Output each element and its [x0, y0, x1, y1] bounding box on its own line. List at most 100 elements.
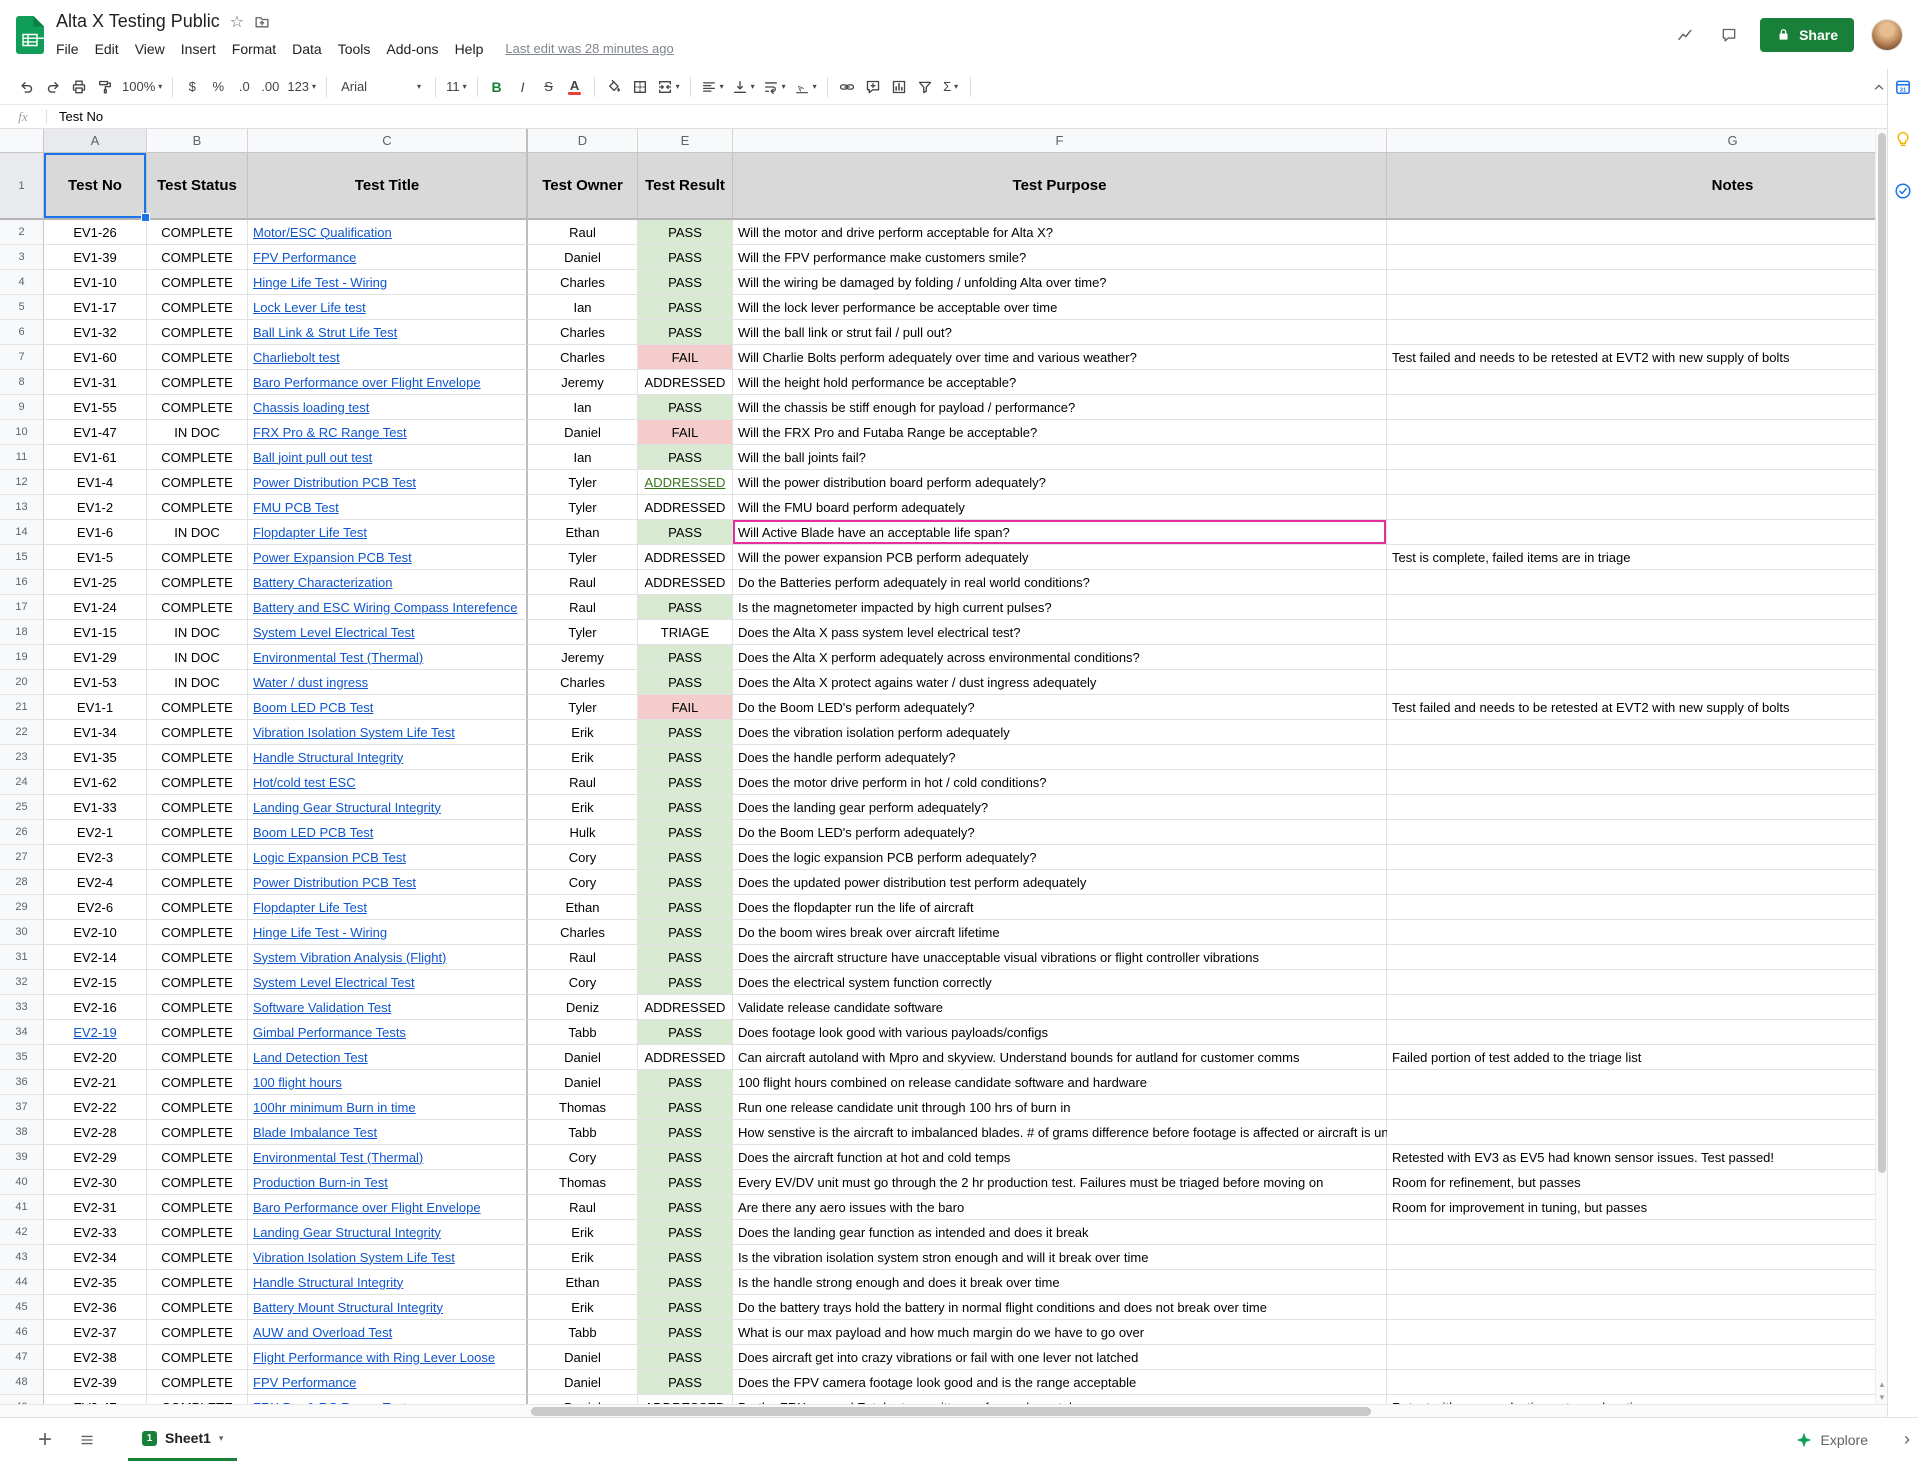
menu-format[interactable]: Format [224, 39, 284, 59]
column-header-C[interactable]: C [248, 129, 528, 153]
cell-G16[interactable] [1387, 570, 1887, 595]
cell-G17[interactable] [1387, 595, 1887, 620]
cell-G13[interactable] [1387, 495, 1887, 520]
row-header-10[interactable]: 10 [0, 420, 44, 445]
share-button[interactable]: Share [1760, 18, 1854, 52]
create-filter-button[interactable] [912, 74, 938, 100]
cell-C12[interactable]: Power Distribution PCB Test [248, 470, 528, 495]
row-header-4[interactable]: 4 [0, 270, 44, 295]
cell-A35[interactable]: EV2-20 [44, 1045, 147, 1070]
cell-E13[interactable]: ADDRESSED [638, 495, 733, 520]
cell-B20[interactable]: IN DOC [147, 670, 248, 695]
cell-D21[interactable]: Tyler [528, 695, 638, 720]
cell-C48[interactable]: FPV Performance [248, 1370, 528, 1395]
cell-A6[interactable]: EV1-32 [44, 320, 147, 345]
cell-F35[interactable]: Can aircraft autoland with Mpro and skyv… [733, 1045, 1387, 1070]
cell-F17[interactable]: Is the magnetometer impacted by high cur… [733, 595, 1387, 620]
menu-insert[interactable]: Insert [173, 39, 224, 59]
cell-F5[interactable]: Will the lock lever performance be accep… [733, 295, 1387, 320]
cell-A22[interactable]: EV1-34 [44, 720, 147, 745]
cell-D40[interactable]: Thomas [528, 1170, 638, 1195]
cell-G42[interactable] [1387, 1220, 1887, 1245]
cell-G32[interactable] [1387, 970, 1887, 995]
row-header-25[interactable]: 25 [0, 795, 44, 820]
cell-A20[interactable]: EV1-53 [44, 670, 147, 695]
cell-F22[interactable]: Does the vibration isolation perform ade… [733, 720, 1387, 745]
cell-G33[interactable] [1387, 995, 1887, 1020]
cell-D36[interactable]: Daniel [528, 1070, 638, 1095]
cell-E12[interactable]: ADDRESSED [638, 470, 733, 495]
cell-E31[interactable]: PASS [638, 945, 733, 970]
column-header-D[interactable]: D [528, 129, 638, 153]
cell-C18[interactable]: System Level Electrical Test [248, 620, 528, 645]
row-header-23[interactable]: 23 [0, 745, 44, 770]
cell-C29[interactable]: Flopdapter Life Test [248, 895, 528, 920]
cell-C43[interactable]: Vibration Isolation System Life Test [248, 1245, 528, 1270]
cell-B47[interactable]: COMPLETE [147, 1345, 248, 1370]
cell-B49[interactable]: COMPLETE [147, 1395, 248, 1404]
zoom-select-button[interactable]: 100%▾ [118, 74, 166, 100]
cell-C26[interactable]: Boom LED PCB Test [248, 820, 528, 845]
cell-D18[interactable]: Tyler [528, 620, 638, 645]
decrease-decim-button[interactable]: .0 [231, 74, 257, 100]
cell-B3[interactable]: COMPLETE [147, 245, 248, 270]
cell-C24[interactable]: Hot/cold test ESC [248, 770, 528, 795]
tab-menu-caret-icon[interactable]: ▾ [219, 1433, 224, 1444]
cell-C39[interactable]: Environmental Test (Thermal) [248, 1145, 528, 1170]
cell-F2[interactable]: Will the motor and drive perform accepta… [733, 220, 1387, 245]
cell-D43[interactable]: Erik [528, 1245, 638, 1270]
cell-F40[interactable]: Every EV/DV unit must go through the 2 h… [733, 1170, 1387, 1195]
cell-G28[interactable] [1387, 870, 1887, 895]
cell-A25[interactable]: EV1-33 [44, 795, 147, 820]
cell-C3[interactable]: FPV Performance [248, 245, 528, 270]
cell-A44[interactable]: EV2-35 [44, 1270, 147, 1295]
cell-G49[interactable]: Retest with new production antenna locat… [1387, 1395, 1887, 1404]
cell-B5[interactable]: COMPLETE [147, 295, 248, 320]
add-sheet-button[interactable]: + [30, 1425, 60, 1455]
cell-E6[interactable]: PASS [638, 320, 733, 345]
cell-C6[interactable]: Ball Link & Strut Life Test [248, 320, 528, 345]
cell-D11[interactable]: Ian [528, 445, 638, 470]
menu-file[interactable]: File [48, 39, 87, 59]
formula-input[interactable]: Test No [47, 109, 1918, 124]
cell-G11[interactable] [1387, 445, 1887, 470]
scroll-down-icon[interactable]: ▼ [1878, 1391, 1886, 1404]
sheet-tab-sheet1[interactable]: 1 Sheet1 ▾ [128, 1418, 237, 1461]
cell-A33[interactable]: EV2-16 [44, 995, 147, 1020]
cell-C20[interactable]: Water / dust ingress [248, 670, 528, 695]
cell-D4[interactable]: Charles [528, 270, 638, 295]
cell-A49[interactable]: EV2-47 [44, 1395, 147, 1404]
cell-C17[interactable]: Battery and ESC Wiring Compass Interefen… [248, 595, 528, 620]
font-select-button[interactable]: Arial▾ [333, 74, 429, 100]
cell-A9[interactable]: EV1-55 [44, 395, 147, 420]
cell-G29[interactable] [1387, 895, 1887, 920]
row-header-3[interactable]: 3 [0, 245, 44, 270]
cell-D45[interactable]: Erik [528, 1295, 638, 1320]
cell-D31[interactable]: Raul [528, 945, 638, 970]
cell-F41[interactable]: Are there any aero issues with the baro [733, 1195, 1387, 1220]
horizontal-scrollbar[interactable] [0, 1404, 1887, 1417]
cell-E20[interactable]: PASS [638, 670, 733, 695]
insert-comment-button[interactable] [860, 74, 886, 100]
cell-B34[interactable]: COMPLETE [147, 1020, 248, 1045]
italic-button[interactable]: I [510, 74, 536, 100]
font-size-select-button[interactable]: 11▾ [442, 74, 471, 100]
cell-A14[interactable]: EV1-6 [44, 520, 147, 545]
column-header-E[interactable]: E [638, 129, 733, 153]
cell-E14[interactable]: PASS [638, 520, 733, 545]
cell-E42[interactable]: PASS [638, 1220, 733, 1245]
more-formats-button[interactable]: 123▾ [283, 74, 320, 100]
cell-D6[interactable]: Charles [528, 320, 638, 345]
cell-A15[interactable]: EV1-5 [44, 545, 147, 570]
cell-E27[interactable]: PASS [638, 845, 733, 870]
cell-G12[interactable] [1387, 470, 1887, 495]
cell-C19[interactable]: Environmental Test (Thermal) [248, 645, 528, 670]
cell-D1[interactable]: Test Owner [528, 153, 638, 220]
cell-F47[interactable]: Does aircraft get into crazy vibrations … [733, 1345, 1387, 1370]
cell-B27[interactable]: COMPLETE [147, 845, 248, 870]
cell-C33[interactable]: Software Validation Test [248, 995, 528, 1020]
cell-A4[interactable]: EV1-10 [44, 270, 147, 295]
horizontal-scroll-thumb[interactable] [531, 1407, 1371, 1416]
cell-B29[interactable]: COMPLETE [147, 895, 248, 920]
cell-G44[interactable] [1387, 1270, 1887, 1295]
